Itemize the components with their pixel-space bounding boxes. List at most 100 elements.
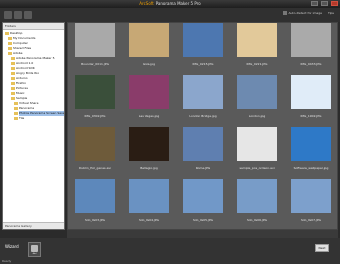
folder-icon (5, 32, 9, 35)
status-bar (67, 230, 338, 238)
thumbnail-caption: IMG_0221.JPG (246, 62, 268, 66)
thumbnail-item[interactable]: Silo_IG04.JPG (122, 179, 176, 226)
thumbnail-caption: London Bridge.jpg (189, 114, 217, 118)
forward-icon[interactable] (14, 11, 22, 19)
folder-icon (11, 87, 15, 90)
maximize-button[interactable] (321, 1, 328, 6)
thumbnail-item[interactable]: IMG_0302.JPG (68, 75, 122, 122)
thumbnail-image[interactable] (183, 127, 223, 161)
thumbnail-image[interactable] (291, 179, 331, 213)
thumbnail-item[interactable]: IMG_0433.JPG (284, 23, 337, 70)
app-title: Panorama Maker 5 Pro (155, 1, 201, 6)
folder-icon (14, 107, 18, 110)
thumbnail-item[interactable]: Silo_IG05.JPG (176, 179, 230, 226)
thumbnail-item[interactable]: Software_wallpaper.jpg (284, 127, 337, 174)
add-photos-icon (31, 245, 38, 252)
thumbnail-image[interactable] (75, 179, 115, 213)
thumbnail-item[interactable]: Giza.jpg (122, 23, 176, 70)
thumbnail-item[interactable]: IMG_0215.JPG (176, 23, 230, 70)
brand-label: ArcSoft (139, 1, 154, 6)
folder-label: Tile (19, 116, 25, 120)
thumbnail-caption: Silo_IG04.JPG (139, 218, 159, 222)
thumbnail-item[interactable]: London.jpg (230, 75, 284, 122)
thumbnail-caption: IMG_0302.JPG (84, 114, 106, 118)
back-icon[interactable] (4, 11, 12, 19)
sidebar-bottom-label[interactable]: Panorama Gallery (3, 222, 64, 229)
window-controls (311, 1, 338, 6)
thumbnail-image[interactable] (291, 127, 331, 161)
folder-icon (11, 82, 15, 85)
thumbnail-caption: Giza.jpg (142, 62, 156, 66)
sidebar-header: Folders (3, 23, 64, 30)
thumbnail-item[interactable]: Silo_IG03.JPG (68, 179, 122, 226)
title-bar: ArcSoft Panorama Maker 5 Pro (0, 0, 340, 8)
thumbnail-caption: sample_pos_ordeon.avi (239, 166, 275, 170)
thumbnail-caption: Rome.JPG (195, 166, 211, 170)
minimize-button[interactable] (311, 1, 318, 6)
close-button[interactable] (331, 1, 338, 6)
thumbnail-image[interactable] (129, 179, 169, 213)
thumbnail-image[interactable] (183, 23, 223, 57)
folder-icon (14, 102, 18, 105)
next-button[interactable]: Next (315, 244, 329, 252)
thumbnail-image[interactable] (75, 23, 115, 57)
toolbar-right: Auto-Detect for image Tips (283, 11, 334, 15)
thumbnail-image[interactable] (183, 179, 223, 213)
thumbnail-image[interactable] (75, 127, 115, 161)
thumbnail-caption: IMG_0215.JPG (192, 62, 214, 66)
thumbnail-caption: Bellagio.jpg (140, 166, 158, 170)
up-folder-icon[interactable] (24, 11, 32, 19)
thumbnail-caption: Silo_IG03.JPG (85, 218, 105, 222)
toolbar: Auto-Detect for image Tips (0, 8, 340, 22)
add-step-button[interactable]: Add (28, 242, 41, 257)
thumbnail-caption: Boundar_0011.JPG (81, 62, 109, 66)
thumbnail-item[interactable]: Rome.JPG (176, 127, 230, 174)
thumbnail-image[interactable] (291, 75, 331, 109)
folder-icon (14, 112, 18, 115)
thumbnail-item[interactable]: Boundar_0011.JPG (68, 23, 122, 70)
thumbnail-image[interactable] (237, 179, 277, 213)
thumbnail-image[interactable] (237, 23, 277, 57)
folder-item[interactable]: Tile (3, 116, 64, 121)
tips-link[interactable]: Tips (328, 11, 334, 15)
folder-icon (8, 52, 12, 55)
thumbnail-item[interactable]: Las Vegas.jpg (122, 75, 176, 122)
folder-tree: Desktop My Documents Computer Shared Files A… (3, 30, 64, 121)
thumbnail-image[interactable] (183, 75, 223, 109)
thumbnail-image[interactable] (75, 75, 115, 109)
folder-icon (11, 57, 15, 60)
thumbnail-image[interactable] (291, 23, 331, 57)
auto-detect-checkbox[interactable] (283, 11, 288, 15)
folder-icon (11, 72, 15, 75)
folder-icon (11, 97, 15, 100)
thumbnail-caption: IMG_0433.JPG (300, 62, 322, 66)
thumbnail-item[interactable]: Silo_IG07.JPG (284, 179, 337, 226)
thumbnail-caption: Dublin_Hol_genes.avi (78, 166, 112, 170)
thumbnail-image[interactable] (129, 127, 169, 161)
folder-icon (11, 67, 15, 70)
thumbnail-item[interactable]: London Bridge.jpg (176, 75, 230, 122)
folder-icon (11, 92, 15, 95)
thumbnail-image[interactable] (129, 75, 169, 109)
wizard-bar: Wizard Add Next Ready (0, 238, 340, 264)
folder-icon (8, 47, 12, 50)
window-title: ArcSoft Panorama Maker 5 Pro (0, 1, 340, 6)
thumbnail-item[interactable]: IMG_0221.JPG (230, 23, 284, 70)
auto-detect-toggle[interactable]: Auto-Detect for image (283, 11, 322, 15)
thumbnail-area: Boundar_0011.JPG Giza.jpg IMG_0215.JPG IMG_… (67, 22, 338, 230)
folder-icon (8, 37, 12, 40)
thumbnail-item[interactable]: IMG_1902.JPG (284, 75, 337, 122)
folder-icon (8, 42, 12, 45)
thumbnail-image[interactable] (237, 127, 277, 161)
thumbnail-image[interactable] (129, 23, 169, 57)
thumbnail-image[interactable] (237, 75, 277, 109)
thumbnail-item[interactable]: Dublin_Hol_genes.avi (68, 127, 122, 174)
thumbnail-item[interactable]: Bellagio.jpg (122, 127, 176, 174)
thumbnail-item[interactable]: sample_pos_ordeon.avi (230, 127, 284, 174)
thumbnail-caption: IMG_1902.JPG (300, 114, 322, 118)
folder-icon (14, 117, 18, 120)
wizard-label: Wizard (5, 244, 19, 249)
thumbnail-item[interactable]: Silo_IG06.JPG (230, 179, 284, 226)
folder-label: Photos Panorama Screen Saver (19, 111, 64, 116)
thumbnail-caption: Silo_IG07.JPG (301, 218, 321, 222)
